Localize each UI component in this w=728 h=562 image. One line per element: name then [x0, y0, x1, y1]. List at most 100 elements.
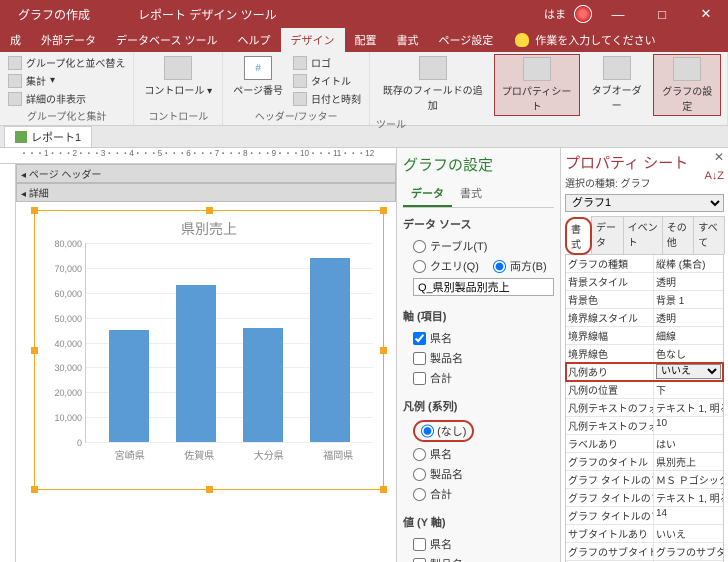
legend-none-radio[interactable]: [421, 423, 434, 439]
legend-pref-radio[interactable]: [413, 448, 426, 461]
property-row[interactable]: 凡例の位置下: [566, 381, 723, 399]
resize-handle[interactable]: [206, 207, 213, 214]
property-row[interactable]: グラフのサブタイトルグラフのサブタイトル: [566, 543, 723, 561]
ribbon-tab-help[interactable]: ヘルプ: [228, 28, 281, 52]
chart-settings-button[interactable]: グラフの設定: [653, 54, 721, 116]
title-button[interactable]: タイトル: [291, 72, 363, 89]
legend-total-radio[interactable]: [413, 488, 426, 501]
ribbon-tab-design[interactable]: デザイン: [281, 28, 345, 52]
property-row[interactable]: ラベルありはい: [566, 435, 723, 453]
property-value[interactable]: はい: [654, 435, 723, 452]
group-sort-button[interactable]: グループ化と並べ替え: [6, 54, 127, 71]
tab-order-button[interactable]: タブオーダー: [584, 54, 650, 114]
property-row[interactable]: サブタイトルありいいえ: [566, 525, 723, 543]
property-value[interactable]: 色なし: [654, 345, 723, 362]
ribbon-tab-external[interactable]: 外部データ: [31, 28, 106, 52]
property-object-combo[interactable]: グラフ1: [565, 194, 724, 212]
ribbon-tab-dbtools[interactable]: データベース ツール: [106, 28, 228, 52]
value-pref-checkbox[interactable]: [413, 538, 426, 551]
property-row[interactable]: グラフの種類縦棒 (集合): [566, 255, 723, 273]
y-tick-label: 20,000: [54, 388, 86, 398]
property-row[interactable]: 境界線幅細線: [566, 327, 723, 345]
resize-handle[interactable]: [380, 207, 387, 214]
property-value[interactable]: 透明: [654, 309, 723, 326]
ribbon-group-controls: コントロール ▾ コントロール: [134, 52, 223, 125]
totals-button[interactable]: 集計 ▾: [6, 72, 127, 89]
axis-total-checkbox[interactable]: [413, 372, 426, 385]
chart-object[interactable]: 県別売上 010,00020,00030,00040,00050,00060,0…: [34, 210, 384, 490]
property-row[interactable]: 背景スタイル透明: [566, 273, 723, 291]
ribbon-tab-arrange[interactable]: 配置: [345, 28, 387, 52]
main-area: ・・・1・・・2・・・3・・・4・・・5・・・6・・・7・・・8・・・9・・・1…: [0, 148, 728, 562]
property-value[interactable]: いいえ: [654, 363, 723, 380]
page-number-button[interactable]: #ページ番号: [229, 54, 287, 99]
property-value-select[interactable]: いいえ: [656, 364, 721, 379]
property-value[interactable]: 細線: [654, 327, 723, 344]
detail-section-body[interactable]: 県別売上 010,00020,00030,00040,00050,00060,0…: [16, 202, 396, 532]
section-page-header[interactable]: ◂ ページ ヘッダー: [16, 164, 396, 183]
section-detail[interactable]: ◂ 詳細: [16, 183, 396, 202]
property-value[interactable]: いいえ: [654, 525, 723, 542]
property-row[interactable]: グラフ タイトルのフォＭＳ Ｐゴシック (日: [566, 471, 723, 489]
property-row[interactable]: 凡例ありいいえ: [566, 363, 723, 381]
report-canvas[interactable]: ・・・1・・・2・・・3・・・4・・・5・・・6・・・7・・・8・・・9・・・1…: [0, 148, 396, 562]
resize-handle[interactable]: [31, 347, 38, 354]
ribbon-tab-pagesetup[interactable]: ページ設定: [429, 28, 504, 52]
resize-handle[interactable]: [380, 486, 387, 493]
resize-handle[interactable]: [380, 347, 387, 354]
property-value[interactable]: 14: [654, 507, 723, 524]
ds-both-radio[interactable]: [493, 260, 506, 273]
property-row[interactable]: 背景色背景 1: [566, 291, 723, 309]
axis-product-checkbox[interactable]: [413, 352, 426, 365]
document-tab-report1[interactable]: レポート1: [4, 126, 92, 147]
property-value[interactable]: 透明: [654, 273, 723, 290]
property-row[interactable]: 境界線色色なし: [566, 345, 723, 363]
property-row[interactable]: 境界線スタイル透明: [566, 309, 723, 327]
property-value[interactable]: 県別売上: [654, 453, 723, 470]
property-close-button[interactable]: ✕: [714, 150, 724, 164]
close-button[interactable]: ✕: [688, 0, 724, 28]
property-value[interactable]: 背景 1: [654, 291, 723, 308]
value-product-checkbox[interactable]: [413, 558, 426, 562]
hide-details-button[interactable]: 詳細の非表示: [6, 90, 127, 107]
property-tab-all[interactable]: すべて: [693, 216, 725, 254]
property-row[interactable]: グラフ タイトルのフォテキスト 1, 明るめ: [566, 489, 723, 507]
minimize-button[interactable]: —: [600, 0, 636, 28]
property-tab-other[interactable]: その他: [662, 216, 695, 254]
ribbon-tab-format[interactable]: 書式: [387, 28, 429, 52]
property-value[interactable]: 縦棒 (集合): [654, 255, 723, 272]
property-value[interactable]: グラフのサブタイトル: [654, 543, 723, 560]
ds-table-radio[interactable]: [413, 240, 426, 253]
property-tab-data[interactable]: データ: [591, 216, 624, 254]
property-sort-button[interactable]: A↓Z: [704, 170, 724, 182]
datetime-button[interactable]: 日付と時刻: [291, 90, 363, 107]
property-value[interactable]: 10: [654, 417, 723, 434]
property-value[interactable]: テキスト 1, 明るめ: [654, 399, 723, 416]
controls-gallery-button[interactable]: コントロール ▾: [140, 54, 216, 99]
axis-pref-checkbox[interactable]: [413, 332, 426, 345]
chart-settings-tab-format[interactable]: 書式: [452, 181, 490, 207]
resize-handle[interactable]: [31, 207, 38, 214]
resize-handle[interactable]: [206, 486, 213, 493]
logo-button[interactable]: ロゴ: [291, 54, 363, 71]
legend-product-radio[interactable]: [413, 468, 426, 481]
property-sheet-button[interactable]: プロパティシート: [494, 54, 580, 116]
maximize-button[interactable]: □: [644, 0, 680, 28]
resize-handle[interactable]: [31, 486, 38, 493]
property-row[interactable]: グラフ タイトルのフォ14: [566, 507, 723, 525]
property-row[interactable]: 凡例テキストのフォントテキスト 1, 明るめ: [566, 399, 723, 417]
user-avatar[interactable]: [574, 5, 592, 23]
add-existing-fields-button[interactable]: 既存のフィールドの追加: [376, 54, 489, 114]
tell-me[interactable]: 作業を入力してください: [503, 28, 655, 52]
data-source-input[interactable]: [413, 278, 554, 296]
ds-query-radio[interactable]: [413, 260, 426, 273]
property-row[interactable]: グラフのタイトル県別売上: [566, 453, 723, 471]
ribbon-tab-create[interactable]: 成: [0, 28, 31, 52]
property-tab-format[interactable]: 書式: [565, 217, 592, 255]
property-value[interactable]: テキスト 1, 明るめ: [654, 489, 723, 506]
property-row[interactable]: 凡例テキストのフォント10: [566, 417, 723, 435]
property-value[interactable]: 下: [654, 381, 723, 398]
property-value[interactable]: ＭＳ Ｐゴシック (日: [654, 471, 723, 488]
chart-settings-tab-data[interactable]: データ: [403, 181, 452, 207]
property-tab-event[interactable]: イベント: [623, 216, 663, 254]
